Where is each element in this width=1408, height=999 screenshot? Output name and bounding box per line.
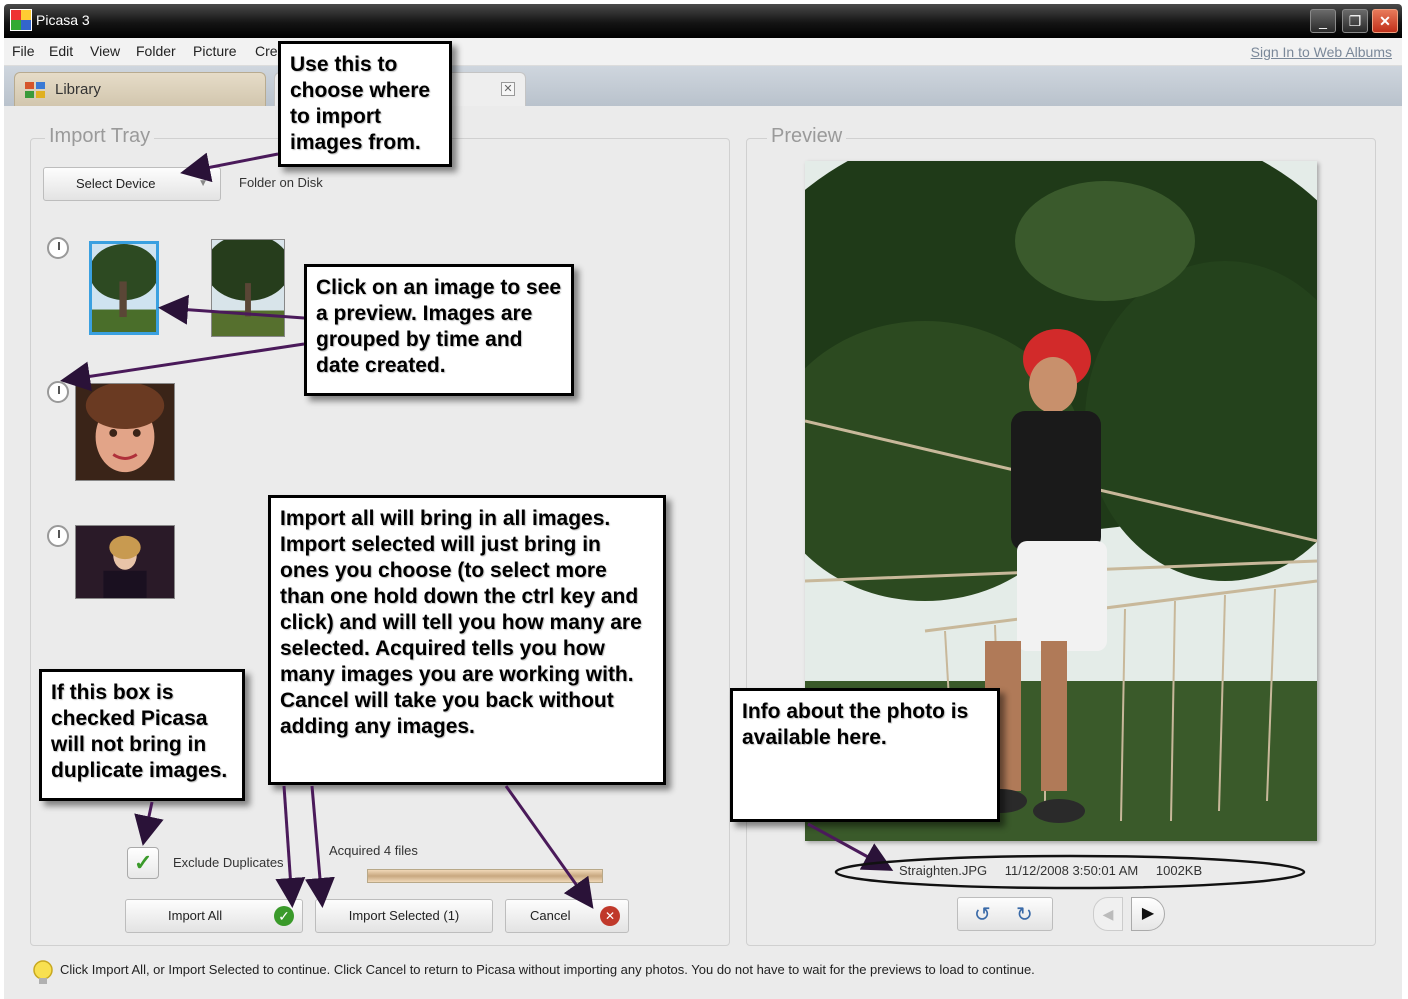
clock-icon — [47, 381, 69, 403]
callout-click-image: Click on an image to see a preview. Imag… — [304, 264, 574, 396]
library-grid-icon — [25, 82, 45, 98]
next-photo-button[interactable]: ▶ — [1131, 897, 1165, 931]
callout-buttons: Import all will bring in all images. Imp… — [268, 495, 666, 785]
thumbnail[interactable] — [75, 525, 175, 599]
cancel-label: Cancel — [530, 908, 571, 923]
preview-group: Preview Straighten.JPG 11/12/2008 3:50:0… — [746, 125, 1376, 946]
thumbnail[interactable] — [211, 239, 285, 337]
photo-size: 1002KB — [1155, 863, 1203, 878]
import-selected-label: Import Selected (1) — [348, 908, 460, 923]
menu-file[interactable]: File — [12, 43, 35, 59]
acquired-status: Acquired 4 files — [329, 843, 418, 858]
chevron-down-icon: ▼ — [198, 178, 208, 189]
acquire-progress-bar — [367, 869, 603, 883]
lightbulb-icon — [33, 960, 53, 984]
hint-text: Click Import All, or Import Selected to … — [60, 962, 1035, 977]
sign-in-link[interactable]: Sign In to Web Albums — [1251, 44, 1392, 60]
thumbnail-selected[interactable] — [89, 241, 159, 335]
rotate-right-icon[interactable]: ↻ — [1016, 902, 1033, 927]
callout-duplicates: If this box is checked Picasa will not b… — [39, 669, 245, 801]
menu-picture[interactable]: Picture — [193, 43, 237, 59]
arrow-right-icon: ▶ — [1141, 905, 1155, 922]
tab-strip: Library ✕ — [4, 66, 1402, 106]
exclude-duplicates-checkbox[interactable]: ✓ — [127, 847, 159, 879]
exclude-duplicates-label: Exclude Duplicates — [173, 855, 284, 870]
close-button[interactable]: ✕ — [1372, 9, 1398, 33]
window-title: Picasa 3 — [36, 12, 90, 28]
preview-title: Preview — [767, 125, 847, 148]
clock-icon — [47, 525, 69, 547]
hint-bar: Click Import All, or Import Selected to … — [4, 952, 1402, 992]
photo-info: Straighten.JPG 11/12/2008 3:50:01 AM 100… — [899, 863, 1202, 878]
import-panel: Import Tray Select Device ▼ Folder on Di… — [4, 106, 1402, 999]
device-value: Folder on Disk — [239, 175, 323, 190]
rotate-left-icon[interactable]: ↺ — [974, 902, 991, 927]
menu-create[interactable]: Cre — [255, 43, 278, 59]
menu-bar: File Edit View Folder Picture Cre Sign I… — [4, 38, 1402, 66]
import-all-label: Import All — [168, 908, 223, 923]
select-device-dropdown[interactable]: Select Device ▼ — [43, 167, 221, 201]
photo-tree-boy-icon — [92, 244, 156, 332]
import-selected-button[interactable]: Import Selected (1) — [315, 899, 493, 933]
select-device-label: Select Device — [76, 176, 156, 191]
rotate-buttons: ↺ ↻ — [957, 897, 1053, 931]
photo-datetime: 11/12/2008 3:50:01 AM — [1004, 863, 1139, 878]
menu-view[interactable]: View — [90, 43, 120, 59]
clock-icon — [47, 237, 69, 259]
photo-tree-icon — [212, 240, 284, 336]
restore-button[interactable]: ❐ — [1342, 9, 1368, 33]
previous-photo-button[interactable]: ◀ — [1093, 897, 1123, 931]
title-bar: Picasa 3 _ ❐ ✕ — [4, 4, 1402, 38]
callout-import-source: Use this to choose where to import image… — [278, 41, 452, 167]
cancel-x-icon: ✕ — [600, 906, 620, 926]
cancel-button[interactable]: Cancel ✕ — [505, 899, 629, 933]
checkmark-icon: ✓ — [134, 850, 153, 875]
menu-edit[interactable]: Edit — [49, 43, 73, 59]
tab-library[interactable]: Library — [14, 72, 266, 106]
minimize-button[interactable]: _ — [1310, 9, 1336, 33]
callout-info: Info about the photo is available here. — [730, 688, 1000, 822]
thumbnail[interactable] — [75, 383, 175, 481]
menu-folder[interactable]: Folder — [136, 43, 176, 59]
import-tray-title: Import Tray — [45, 125, 155, 148]
photo-filename: Straighten.JPG — [899, 863, 988, 878]
tab-close-icon[interactable]: ✕ — [501, 82, 515, 96]
check-circle-icon: ✓ — [274, 906, 294, 926]
picasa-logo-icon — [10, 9, 32, 31]
import-all-button[interactable]: Import All ✓ — [125, 899, 303, 933]
tab-library-label: Library — [55, 81, 101, 98]
photo-woman-icon — [76, 526, 174, 598]
arrow-left-icon: ◀ — [1102, 906, 1114, 922]
photo-girl-face-icon — [76, 384, 174, 480]
